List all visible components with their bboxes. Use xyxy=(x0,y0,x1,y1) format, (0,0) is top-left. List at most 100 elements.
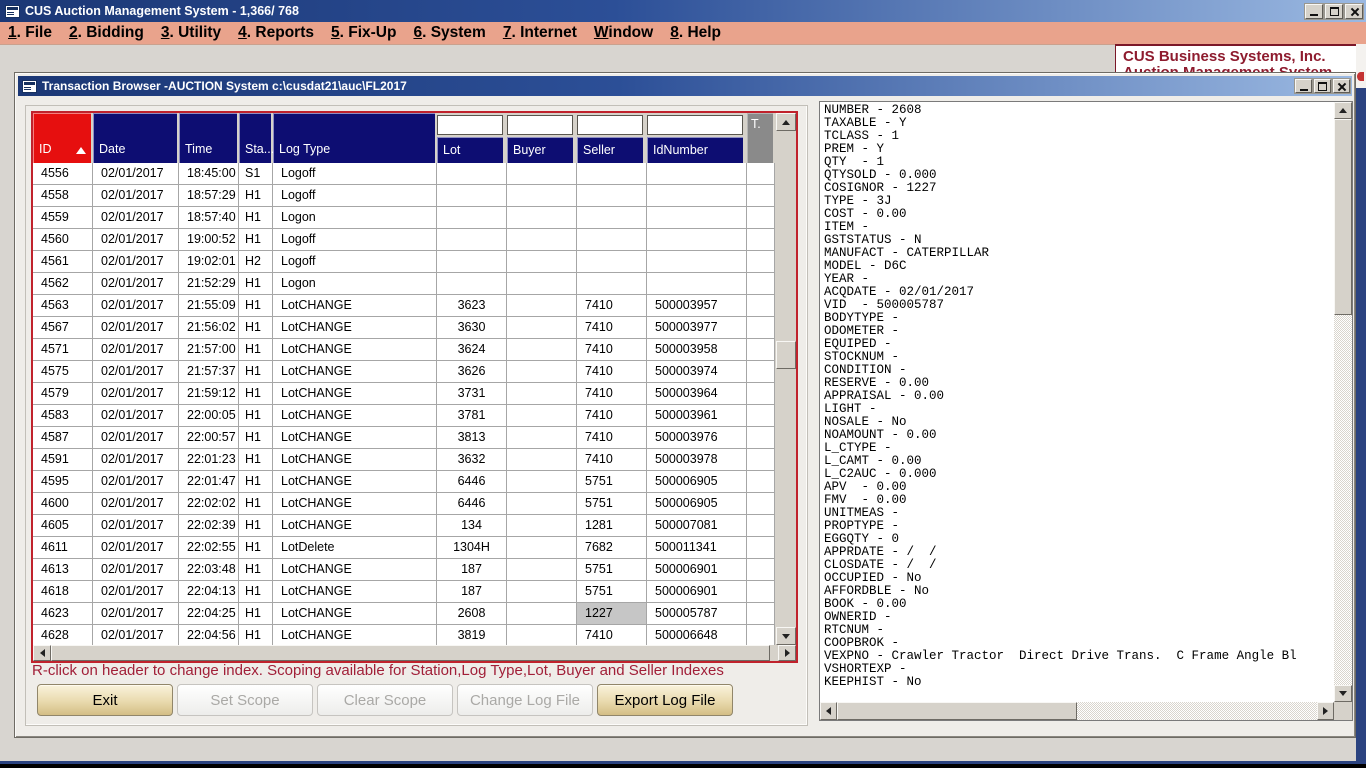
scope-filter-idnumber[interactable] xyxy=(647,115,743,135)
minimize-button[interactable] xyxy=(1305,4,1323,19)
cell-idnumber[interactable] xyxy=(647,229,747,251)
cell-id[interactable]: 4567 xyxy=(33,317,93,339)
cell-idnumber[interactable] xyxy=(647,273,747,295)
menu-item-1-file[interactable]: 1. File xyxy=(8,24,52,42)
cell-sta[interactable]: H2 xyxy=(239,251,273,273)
cell-log-type[interactable]: Logoff xyxy=(273,229,437,251)
cell-t[interactable] xyxy=(747,515,775,537)
table-row[interactable]: 456002/01/201719:00:52H1Logoff xyxy=(33,229,775,251)
cell-idnumber[interactable] xyxy=(647,207,747,229)
cell-lot[interactable]: 3731 xyxy=(437,383,507,405)
cell-sta[interactable]: H1 xyxy=(239,361,273,383)
cell-lot[interactable]: 187 xyxy=(437,559,507,581)
cell-lot[interactable] xyxy=(437,207,507,229)
cell-buyer[interactable] xyxy=(507,449,577,471)
cell-time[interactable]: 22:02:02 xyxy=(179,493,239,515)
cell-time[interactable]: 22:02:55 xyxy=(179,537,239,559)
change-log-file-button[interactable]: Change Log File xyxy=(457,684,593,716)
cell-date[interactable]: 02/01/2017 xyxy=(93,251,179,273)
cell-id[interactable]: 4628 xyxy=(33,625,93,645)
cell-buyer[interactable] xyxy=(507,625,577,645)
cell-log-type[interactable]: Logoff xyxy=(273,163,437,185)
grid-vertical-scrollbar[interactable] xyxy=(776,113,796,645)
scroll-up-button[interactable] xyxy=(776,113,796,131)
table-row[interactable]: 461302/01/201722:03:48H1LotCHANGE1875751… xyxy=(33,559,775,581)
cell-t[interactable] xyxy=(747,405,775,427)
cell-buyer[interactable] xyxy=(507,251,577,273)
cell-t[interactable] xyxy=(747,295,775,317)
cell-lot[interactable]: 6446 xyxy=(437,493,507,515)
cell-date[interactable]: 02/01/2017 xyxy=(93,427,179,449)
cell-time[interactable]: 21:57:00 xyxy=(179,339,239,361)
cell-seller[interactable]: 7410 xyxy=(577,405,647,427)
cell-id[interactable]: 4613 xyxy=(33,559,93,581)
cell-sta[interactable]: H1 xyxy=(239,581,273,603)
table-row[interactable]: 456702/01/201721:56:02H1LotCHANGE3630741… xyxy=(33,317,775,339)
tx-maximize-button[interactable] xyxy=(1314,79,1331,93)
cell-date[interactable]: 02/01/2017 xyxy=(93,559,179,581)
cell-time[interactable]: 22:00:57 xyxy=(179,427,239,449)
cell-sta[interactable]: H1 xyxy=(239,515,273,537)
scrollbar-thumb[interactable] xyxy=(1334,119,1352,315)
cell-idnumber[interactable]: 500006901 xyxy=(647,559,747,581)
table-row[interactable]: 455802/01/201718:57:29H1Logoff xyxy=(33,185,775,207)
cell-time[interactable]: 22:04:13 xyxy=(179,581,239,603)
cell-log-type[interactable]: LotCHANGE xyxy=(273,339,437,361)
table-row[interactable]: 457502/01/201721:57:37H1LotCHANGE3626741… xyxy=(33,361,775,383)
column-header-id[interactable]: ID xyxy=(33,113,93,163)
cell-t[interactable] xyxy=(747,603,775,625)
cell-sta[interactable]: H1 xyxy=(239,471,273,493)
cell-idnumber[interactable]: 500003978 xyxy=(647,449,747,471)
cell-idnumber[interactable] xyxy=(647,185,747,207)
cell-id[interactable]: 4600 xyxy=(33,493,93,515)
scroll-up-button[interactable] xyxy=(1334,102,1352,119)
menu-item-window[interactable]: Window xyxy=(594,24,653,42)
cell-sta[interactable]: H1 xyxy=(239,493,273,515)
cell-time[interactable]: 21:59:12 xyxy=(179,383,239,405)
cell-id[interactable]: 4587 xyxy=(33,427,93,449)
column-header-sta[interactable]: Sta... xyxy=(239,113,273,163)
cell-lot[interactable]: 3813 xyxy=(437,427,507,449)
cell-date[interactable]: 02/01/2017 xyxy=(93,581,179,603)
cell-id[interactable]: 4560 xyxy=(33,229,93,251)
cell-buyer[interactable] xyxy=(507,339,577,361)
cell-seller[interactable]: 7410 xyxy=(577,361,647,383)
cell-id[interactable]: 4575 xyxy=(33,361,93,383)
exit-button[interactable]: Exit xyxy=(37,684,173,716)
cell-date[interactable]: 02/01/2017 xyxy=(93,493,179,515)
cell-id[interactable]: 4563 xyxy=(33,295,93,317)
cell-seller[interactable]: 7682 xyxy=(577,537,647,559)
cell-idnumber[interactable]: 500007081 xyxy=(647,515,747,537)
cell-buyer[interactable] xyxy=(507,207,577,229)
cell-buyer[interactable] xyxy=(507,361,577,383)
cell-time[interactable]: 22:03:48 xyxy=(179,559,239,581)
menu-item-8-help[interactable]: 8. Help xyxy=(670,24,721,42)
cell-lot[interactable]: 1304H xyxy=(437,537,507,559)
cell-sta[interactable]: H1 xyxy=(239,625,273,645)
cell-seller[interactable] xyxy=(577,273,647,295)
cell-seller[interactable]: 7410 xyxy=(577,449,647,471)
cell-lot[interactable] xyxy=(437,185,507,207)
scope-filter-buyer[interactable] xyxy=(507,115,573,135)
cell-buyer[interactable] xyxy=(507,427,577,449)
cell-id[interactable]: 4595 xyxy=(33,471,93,493)
cell-time[interactable]: 21:56:02 xyxy=(179,317,239,339)
cell-buyer[interactable] xyxy=(507,229,577,251)
cell-id[interactable]: 4562 xyxy=(33,273,93,295)
cell-buyer[interactable] xyxy=(507,163,577,185)
scroll-down-button[interactable] xyxy=(1334,685,1352,702)
cell-seller[interactable] xyxy=(577,163,647,185)
scroll-right-button[interactable] xyxy=(1317,702,1334,720)
cell-t[interactable] xyxy=(747,273,775,295)
clear-scope-button[interactable]: Clear Scope xyxy=(317,684,453,716)
cell-idnumber[interactable] xyxy=(647,251,747,273)
detail-vertical-scrollbar[interactable] xyxy=(1334,102,1352,702)
cell-id[interactable]: 4561 xyxy=(33,251,93,273)
cell-sta[interactable]: H1 xyxy=(239,273,273,295)
cell-t[interactable] xyxy=(747,449,775,471)
cell-sta[interactable]: H1 xyxy=(239,405,273,427)
cell-lot[interactable] xyxy=(437,163,507,185)
cell-date[interactable]: 02/01/2017 xyxy=(93,603,179,625)
cell-sta[interactable]: H1 xyxy=(239,295,273,317)
cell-seller[interactable]: 7410 xyxy=(577,317,647,339)
